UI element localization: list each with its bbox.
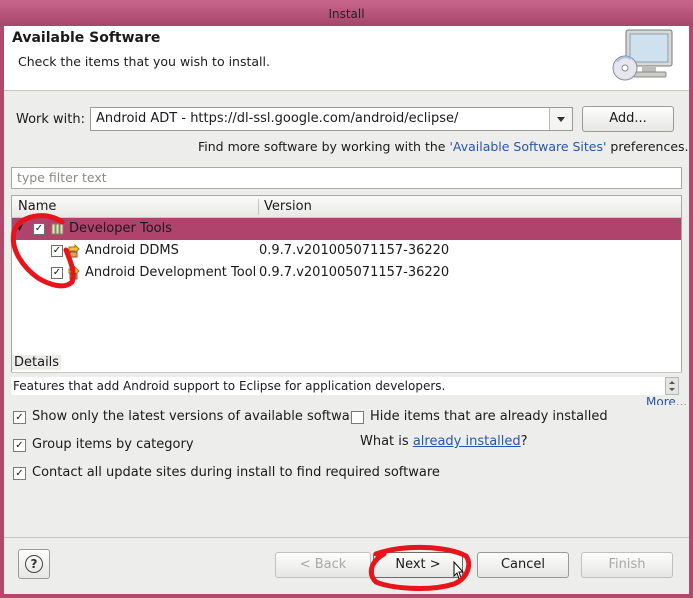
finish-button[interactable]: Finish [581,552,673,578]
what-is-suffix: ? [520,434,528,449]
available-sites-link[interactable]: 'Available Software Sites' [449,139,606,154]
checkbox-android-ddms[interactable]: ✓ [51,245,63,257]
tree-row-version: 0.9.7.v201005071157-36220 [259,265,450,280]
hide-installed-label[interactable]: Hide items that are already installed [370,409,608,424]
more-software-prefix: Find more software by working with the [198,139,450,154]
category-icon [51,223,64,235]
install-dialog: Available Software Check the items that … [4,26,689,594]
hide-installed-checkbox[interactable] [351,411,364,424]
more-software-text: Find more software by working with the '… [198,139,689,154]
expand-triangle-icon[interactable]: ▼ [16,223,23,233]
tree-row-android-dev-tools[interactable]: ✓ Android Development Tool 0.9.7.v201005… [12,262,681,284]
help-button[interactable]: ? [18,549,50,579]
tree-header: Name Version [12,196,681,218]
contact-sites-label[interactable]: Contact all update sites during install … [32,465,440,480]
tree-row-android-ddms[interactable]: ✓ Android DDMS 0.9.7.v201005071157-36220 [12,240,681,262]
filter-input[interactable] [12,168,662,187]
software-tree[interactable]: Name Version ▼ ✓ Developer Tools ✓ Andro… [11,195,682,376]
back-button[interactable]: < Back [275,552,371,578]
plugin-feature-icon [68,266,80,280]
help-icon: ? [25,555,43,573]
tree-row-name: Android DDMS [85,243,179,258]
chevron-down-icon [557,117,565,122]
page-title: Available Software [12,30,161,46]
details-label: Details [12,355,62,370]
install-monitor-icon [612,29,673,81]
details-text: Features that add Android support to Ecl… [11,377,665,395]
checkbox-developer-tools[interactable]: ✓ [33,223,45,235]
combo-dropdown-button[interactable] [549,108,572,130]
page-description: Check the items that you wish to install… [18,54,270,69]
window-titlebar: Install [0,0,693,26]
add-site-button[interactable]: Add... [582,106,674,132]
checkbox-android-dev-tools[interactable]: ✓ [51,267,63,279]
group-by-category-label[interactable]: Group items by category [32,437,194,452]
tree-row-name: Developer Tools [69,221,173,236]
footer-separator [4,537,689,538]
show-latest-label[interactable]: Show only the latest versions of availab… [32,409,363,424]
what-is-prefix: What is [360,434,413,449]
work-with-value: Android ADT - https://dl-ssl.google.com/… [96,111,459,126]
filter-box[interactable] [11,167,682,189]
next-button[interactable]: Next > [373,552,463,578]
already-installed-link[interactable]: already installed [413,434,521,449]
wizard-header: Available Software Check the items that … [4,26,689,91]
contact-sites-checkbox[interactable]: ✓ [13,467,26,480]
show-latest-checkbox[interactable]: ✓ [13,411,26,424]
details-scrollbar[interactable] [665,377,679,395]
plugin-feature-icon [68,244,80,258]
more-software-suffix: preferences. [606,139,689,154]
tree-row-name: Android Development Tool [85,265,255,280]
tree-row-developer-tools[interactable]: ▼ ✓ Developer Tools [12,218,681,240]
scroll-arrows-icon [669,381,675,391]
column-name-header[interactable]: Name [18,199,56,214]
tree-row-version: 0.9.7.v201005071157-36220 [259,243,450,258]
cancel-button[interactable]: Cancel [477,552,569,578]
window-title: Install [328,7,365,21]
work-with-label: Work with: [16,112,86,127]
what-is-installed-text: What is already installed? [360,434,528,449]
group-by-category-checkbox[interactable]: ✓ [13,439,26,452]
column-version-header[interactable]: Version [258,199,312,215]
details-more-link[interactable]: More... [646,395,687,405]
work-with-combo[interactable]: Android ADT - https://dl-ssl.google.com/… [90,107,573,131]
